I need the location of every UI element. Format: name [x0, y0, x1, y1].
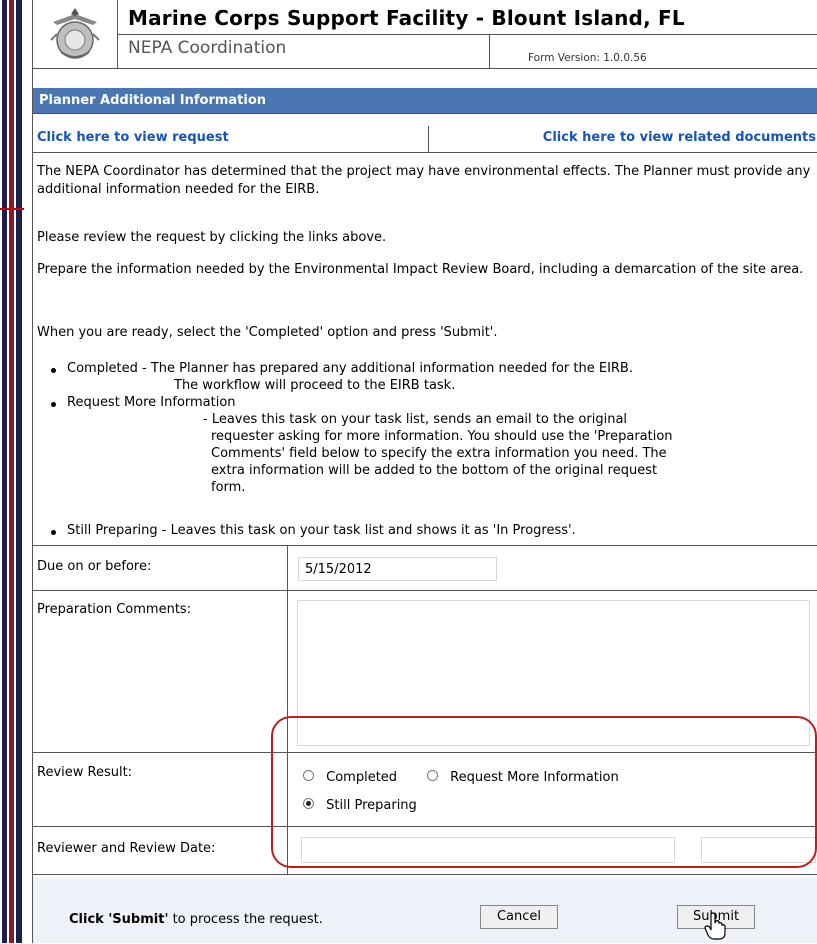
frame-stripe-red: [9, 0, 14, 943]
option-request-more-title: Request More Information: [67, 395, 236, 410]
instruction-paragraph: Prepare the information needed by the En…: [37, 262, 804, 277]
radio-still-preparing-icon[interactable]: [303, 798, 314, 809]
hand-pointer-icon: [704, 912, 726, 940]
radio-still-preparing-label: Still Preparing: [326, 798, 417, 813]
view-documents-link[interactable]: Click here to view related documents: [543, 130, 816, 145]
frame-red-marker: [0, 208, 24, 210]
preparation-comments-label: Preparation Comments:: [37, 602, 192, 617]
review-result-label: Review Result:: [37, 765, 133, 780]
view-request-link[interactable]: Click here to view request: [37, 130, 229, 145]
divider: [118, 34, 817, 35]
table-border: [287, 545, 288, 874]
table-border: [33, 826, 817, 827]
radio-request-more-label: Request More Information: [450, 770, 619, 785]
radio-completed-icon[interactable]: [303, 770, 314, 781]
instruction-paragraph: When you are ready, select the 'Complete…: [37, 325, 498, 340]
table-border: [33, 590, 817, 591]
due-date-field[interactable]: 5/15/2012: [298, 557, 497, 581]
reviewer-field[interactable]: [301, 837, 675, 863]
submit-hint: Click 'Submit' to process the request.: [69, 912, 323, 927]
option-request-more-desc: requester asking for more information. Y…: [211, 429, 673, 444]
radio-completed-label: Completed: [326, 770, 398, 785]
form-version: Form Version: 1.0.0.56: [528, 52, 647, 64]
form-content: Marine Corps Support Facility - Blount I…: [32, 0, 817, 943]
option-completed-desc: Completed - The Planner has prepared any…: [67, 361, 633, 376]
bullet-icon: [51, 368, 56, 373]
cancel-button[interactable]: Cancel: [480, 905, 558, 929]
divider: [118, 68, 817, 69]
section-header: Planner Additional Information: [33, 88, 817, 114]
instruction-paragraph: The NEPA Coordinator has determined that…: [37, 164, 811, 197]
frame-stripe-navy: [2, 0, 7, 943]
table-border: [33, 752, 817, 753]
page-title: Marine Corps Support Facility - Blount I…: [128, 6, 685, 30]
option-request-more-desc: Comments' field below to specify the ext…: [211, 446, 667, 461]
submit-hint-bold: Click 'Submit': [69, 912, 169, 927]
frame-stripe-navy-2: [16, 0, 22, 943]
submit-hint-text: to process the request.: [168, 912, 323, 927]
option-completed-desc-2: The workflow will proceed to the EIRB ta…: [174, 378, 456, 393]
bullet-icon: [51, 402, 56, 407]
form-version-value: 1.0.0.56: [603, 52, 647, 64]
usmc-emblem-icon: [33, 0, 118, 69]
option-request-more-desc: - Leaves this task on your task list, se…: [203, 412, 628, 427]
divider: [428, 126, 429, 152]
radio-request-more[interactable]: Request More Information: [427, 770, 619, 785]
option-still-preparing-desc: Still Preparing - Leaves this task on yo…: [67, 523, 576, 538]
radio-completed[interactable]: Completed: [303, 770, 397, 785]
review-date-field[interactable]: [701, 837, 816, 863]
due-date-label: Due on or before:: [37, 559, 152, 574]
radio-request-more-icon[interactable]: [427, 770, 438, 781]
preparation-comments-textarea[interactable]: [297, 600, 810, 746]
radio-still-preparing[interactable]: Still Preparing: [303, 798, 417, 813]
instruction-paragraph: Please review the request by clicking th…: [37, 230, 387, 245]
page-subtitle: NEPA Coordination: [128, 38, 287, 58]
bullet-icon: [51, 530, 56, 535]
divider: [489, 35, 490, 68]
table-border: [33, 545, 817, 546]
option-request-more-desc: form.: [211, 480, 246, 495]
option-request-more-desc: extra information will be added to the b…: [211, 463, 658, 478]
reviewer-label: Reviewer and Review Date:: [37, 841, 216, 856]
form-version-label: Form Version:: [528, 52, 600, 64]
left-frame: [0, 0, 28, 943]
table-border: [33, 874, 817, 875]
